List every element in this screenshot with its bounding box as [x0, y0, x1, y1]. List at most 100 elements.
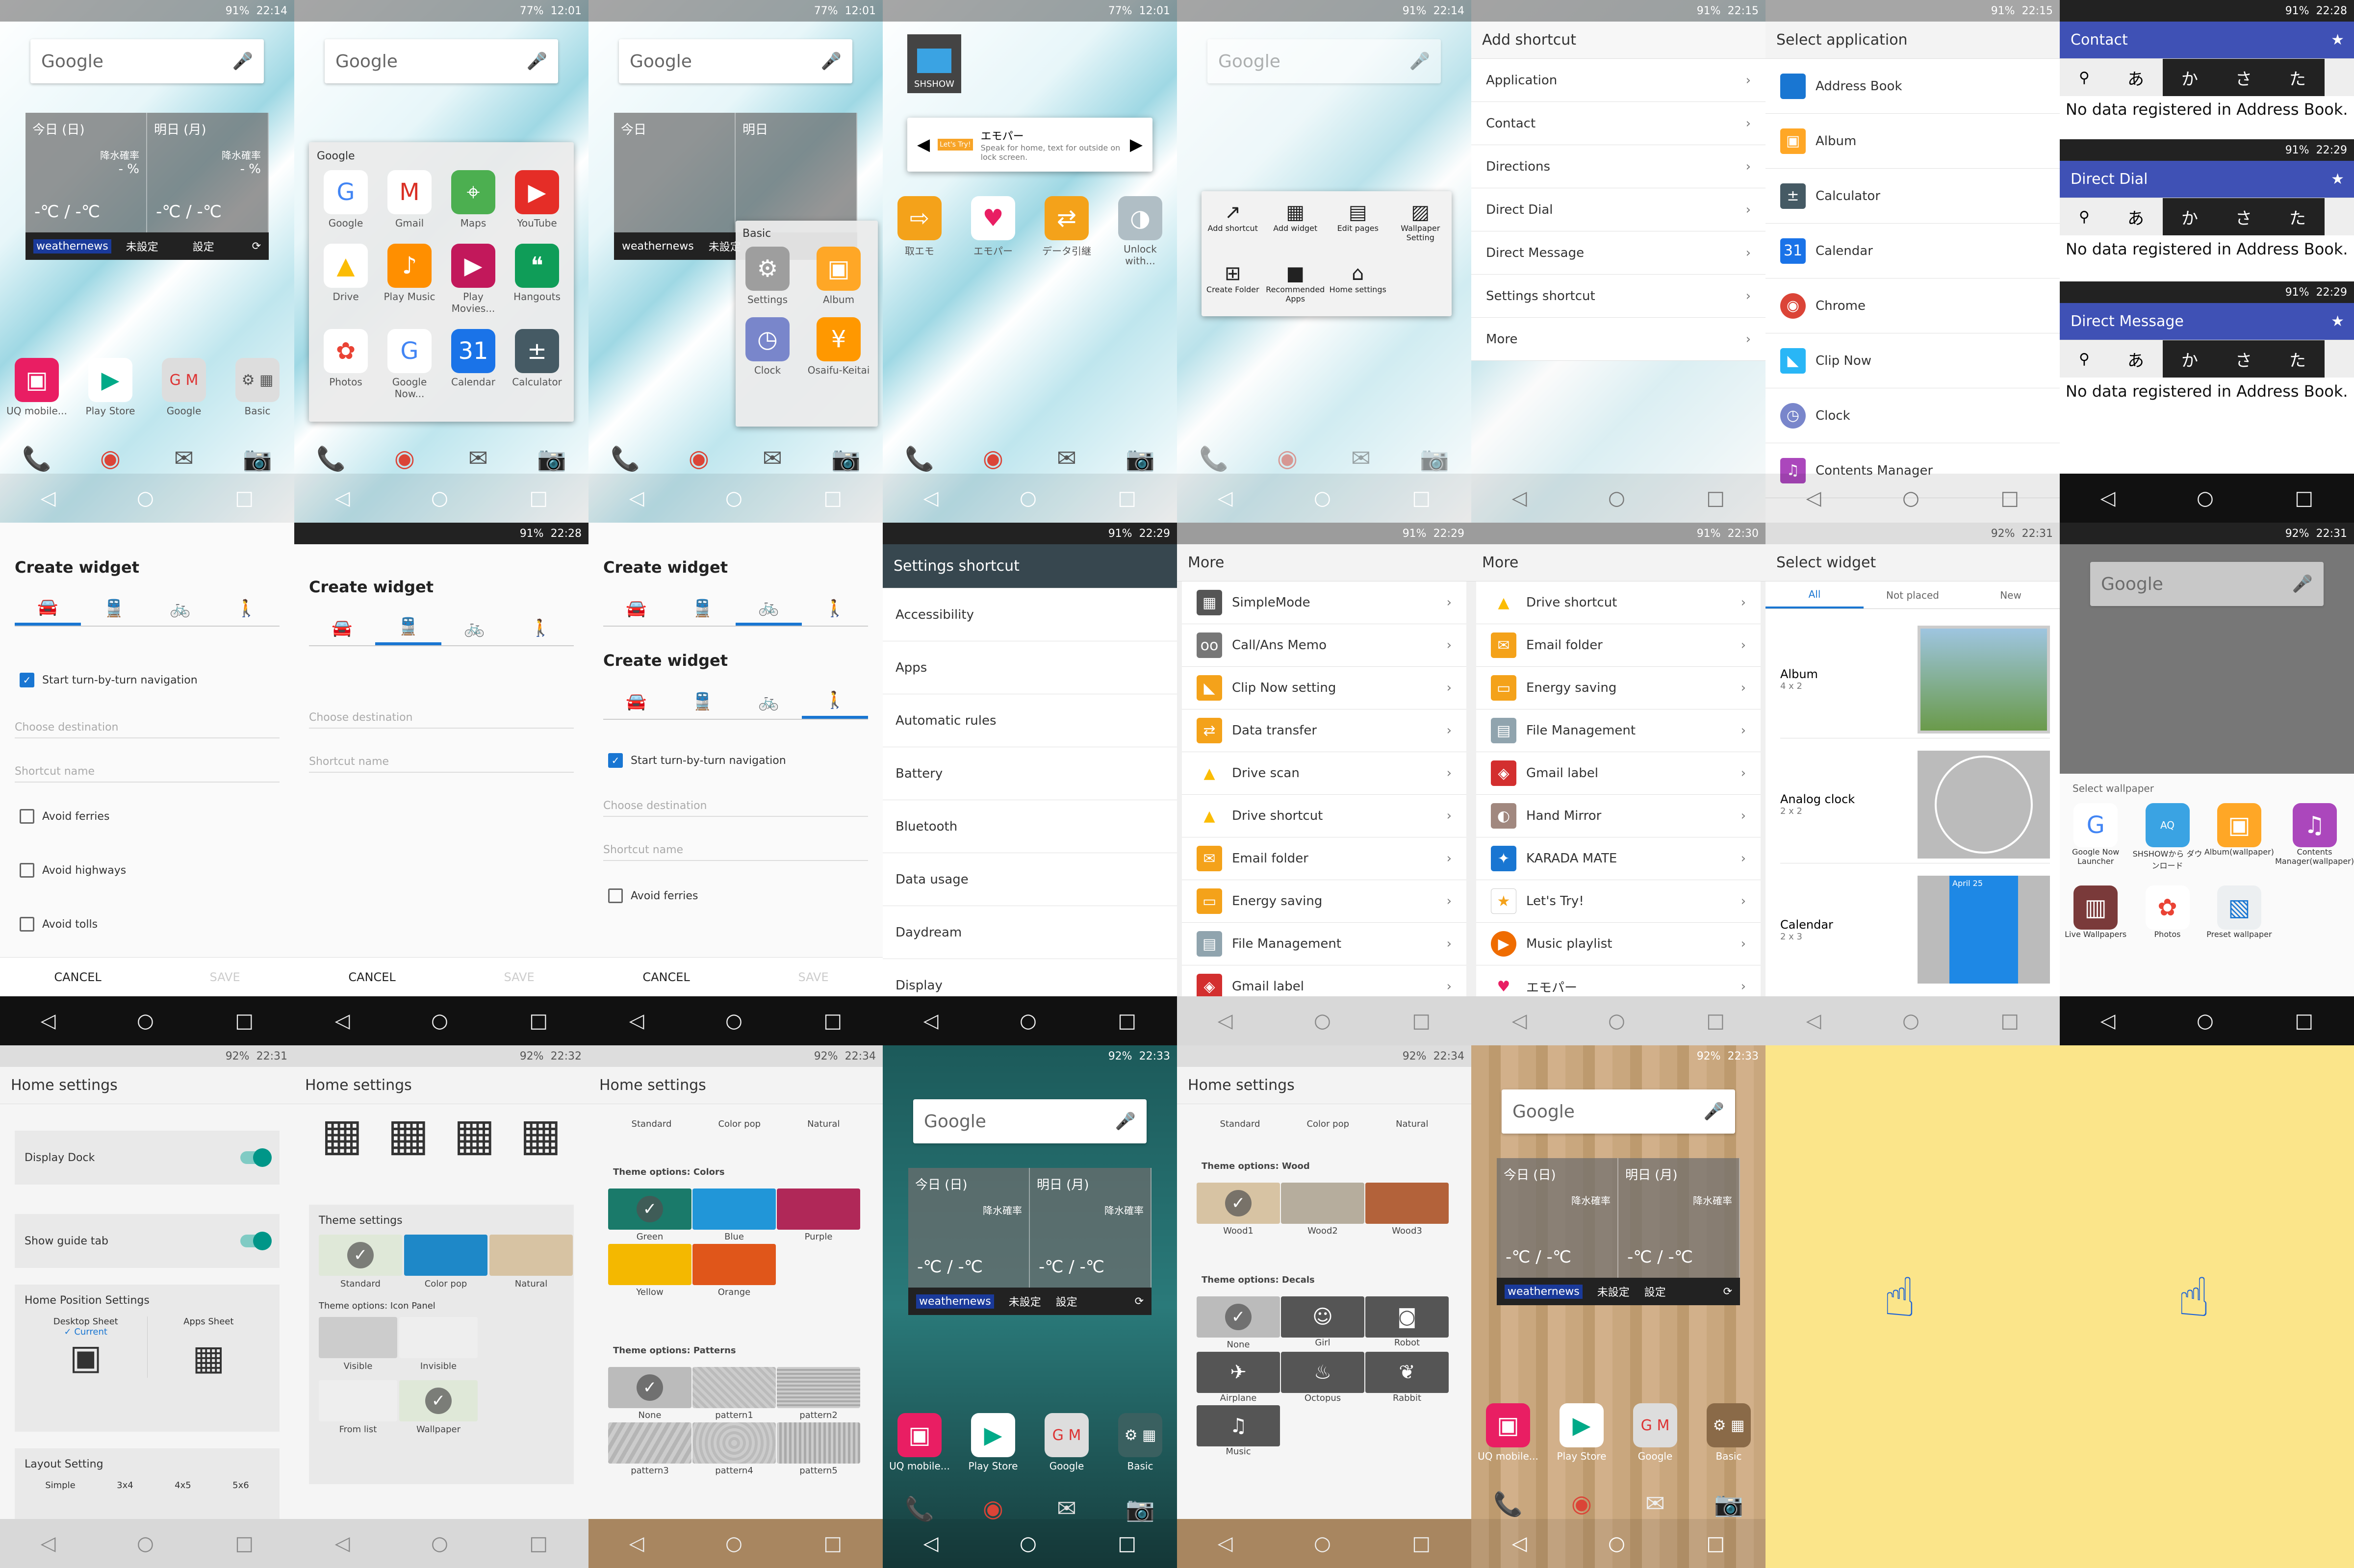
home-icon[interactable]: ○ [1020, 487, 1037, 509]
pattern-5[interactable]: pattern5 [777, 1422, 860, 1476]
list-item[interactable]: ▲ Drive shortcut › [1182, 795, 1466, 837]
back-icon[interactable]: ◁ [629, 1010, 644, 1032]
folder-basic[interactable]: ⚙ ▦ Basic [226, 358, 289, 417]
tab-not-placed[interactable]: Not placed [1864, 582, 1962, 608]
tab-all[interactable]: All [1766, 582, 1864, 608]
list-item[interactable]: Apps [883, 641, 1177, 694]
shortcut-name-input[interactable]: Shortcut name [309, 743, 574, 773]
menu-edit-pages[interactable]: ▤ Edit pages [1327, 191, 1389, 255]
google-search-bar[interactable]: Google 🎤 [2090, 562, 2324, 606]
wp-photos[interactable]: ✿ Photos [2131, 885, 2203, 939]
home-icon[interactable]: ○ [1020, 1532, 1037, 1555]
list-item[interactable]: Daydream [883, 906, 1177, 959]
wp-preset[interactable]: ▧ Preset wallpaper [2203, 885, 2275, 939]
app-uq-mobile[interactable]: ▣ UQ mobile... [1476, 1403, 1540, 1462]
app-album[interactable]: ▣ Album [807, 247, 870, 305]
weather-widget[interactable]: 今日 (日) 降水確率 - % -℃ / -℃ 明日 (月) 降水確率 - % -℃ / -… [26, 113, 269, 260]
wood-1[interactable]: ✓ Wood1 [1197, 1183, 1280, 1236]
list-item[interactable]: ▤ File Management › [1476, 709, 1761, 752]
app-play-store[interactable]: ▶ Play Store [78, 358, 142, 417]
app-google-now[interactable]: G Google Now... [378, 329, 441, 400]
refresh-icon[interactable]: ⟳ [1723, 1286, 1732, 1298]
recents-icon[interactable]: □ [1706, 1010, 1725, 1032]
pattern-4[interactable]: pattern4 [692, 1422, 776, 1476]
list-item[interactable]: Application › [1471, 59, 1766, 102]
car-icon[interactable]: 🚘 [309, 611, 375, 645]
layout-5x6[interactable]: 5x6 [232, 1480, 249, 1491]
wood-2[interactable]: Wood2 [1281, 1183, 1364, 1236]
back-icon[interactable]: ◁ [1512, 1532, 1527, 1555]
avoid-tolls-checkbox[interactable]: Avoid tolls [20, 917, 98, 932]
list-item[interactable]: ▤ File Management › [1182, 923, 1466, 965]
weather-settings-button[interactable]: 設定 [1056, 1293, 1077, 1309]
app-play-store[interactable]: ▶ Play Store [1550, 1403, 1613, 1462]
folder-basic[interactable]: ⚙ ▦ Basic [1108, 1413, 1172, 1472]
back-icon[interactable]: ◁ [335, 1532, 350, 1555]
list-item[interactable]: Accessibility [883, 588, 1177, 641]
recents-icon[interactable]: □ [1706, 1532, 1725, 1555]
search-icon[interactable]: ⚲ [2060, 198, 2109, 235]
list-item[interactable]: Settings shortcut › [1471, 275, 1766, 318]
search-icon[interactable]: ⚲ [2060, 59, 2109, 96]
list-item[interactable]: More › [1471, 318, 1766, 361]
recents-icon[interactable]: □ [2295, 1010, 2313, 1032]
app-data-transfer[interactable]: ⇄ データ引継 [1035, 196, 1099, 267]
recents-icon[interactable]: □ [235, 1532, 254, 1555]
app-youtube[interactable]: ▶ YouTube [505, 170, 569, 229]
recents-icon[interactable]: □ [1706, 487, 1725, 509]
list-item[interactable]: Battery [883, 747, 1177, 800]
turn-by-turn-checkbox[interactable]: ✓ Start turn-by-turn navigation [20, 673, 198, 687]
weather-settings-button[interactable]: 設定 [193, 238, 214, 254]
decal-none[interactable]: ✓ None [1197, 1296, 1280, 1350]
guide-tab-toggle[interactable]: Show guide tab [15, 1214, 280, 1268]
destination-input[interactable]: Choose destination [603, 787, 868, 817]
list-item[interactable]: Bluetooth [883, 800, 1177, 853]
list-item[interactable]: ▦ SimpleMode › [1182, 582, 1466, 624]
transit-icon[interactable]: 🚆 [669, 591, 736, 626]
recents-icon[interactable]: □ [2295, 487, 2313, 509]
avoid-highways-checkbox[interactable]: Avoid highways [20, 863, 126, 878]
prev-icon[interactable]: ◀ [917, 135, 930, 154]
app-uq-mobile[interactable]: ▣ UQ mobile... [5, 358, 69, 417]
home-icon[interactable]: ○ [431, 1532, 448, 1555]
color-orange[interactable]: Orange [692, 1244, 776, 1297]
list-item[interactable]: Direct Message › [1471, 231, 1766, 275]
list-item[interactable]: 👤 Address Book [1766, 59, 2060, 114]
home-icon[interactable]: ○ [1314, 487, 1331, 509]
layout-4x5[interactable]: 4x5 [175, 1480, 191, 1491]
app-unlock[interactable]: ◑ Unlock with... [1108, 196, 1172, 267]
mic-icon[interactable]: 🎤 [1704, 1102, 1724, 1121]
google-search-bar[interactable]: Google 🎤 [1502, 1089, 1735, 1134]
mic-icon[interactable]: 🎤 [1409, 51, 1430, 71]
bike-icon[interactable]: 🚲 [736, 591, 802, 626]
recents-icon[interactable]: □ [235, 1010, 254, 1032]
add-contact-icon[interactable]: ★ [2331, 313, 2344, 330]
back-icon[interactable]: ◁ [1806, 487, 1821, 509]
layout-simple[interactable]: Simple [45, 1480, 75, 1491]
weather-widget[interactable]: 今日 (日) 降水確率 -℃ / -℃ 明日 (月) 降水確率 -℃ / -℃ weathe… [1497, 1158, 1740, 1305]
mic-icon[interactable]: 🎤 [232, 51, 253, 71]
pattern-3[interactable]: pattern3 [608, 1422, 691, 1476]
search-icon[interactable]: ⚲ [2060, 340, 2109, 378]
list-item[interactable]: ▭ Energy saving › [1476, 667, 1761, 709]
walk-icon[interactable]: 🚶 [802, 591, 868, 626]
theme-standard[interactable]: ✓ Standard [319, 1235, 402, 1289]
recents-icon[interactable]: □ [529, 487, 548, 509]
weather-widget[interactable]: 今日 (日) 降水確率 -℃ / -℃ 明日 (月) 降水確率 -℃ / -℃ weathe… [908, 1168, 1151, 1315]
bike-icon[interactable]: 🚲 [147, 591, 213, 626]
car-icon[interactable]: 🚘 [603, 591, 669, 626]
wp-google-now[interactable]: G Google Now Launcher [2060, 803, 2131, 871]
icon-panel-visible[interactable]: Visible [319, 1317, 397, 1371]
list-item[interactable]: ▭ Energy saving › [1182, 880, 1466, 923]
pattern-2[interactable]: pattern2 [777, 1367, 860, 1420]
transit-icon[interactable]: 🚆 [669, 684, 736, 719]
google-search-bar[interactable]: Google 🎤 [619, 39, 852, 83]
app-play-music[interactable]: ♪ Play Music [378, 244, 441, 314]
home-icon[interactable]: ○ [2197, 487, 2214, 509]
avoid-ferries-checkbox[interactable]: Avoid ferries [608, 888, 698, 903]
home-icon[interactable]: ○ [1608, 487, 1625, 509]
recents-icon[interactable]: □ [823, 1010, 842, 1032]
cancel-button[interactable]: CANCEL [642, 970, 690, 984]
menu-add-shortcut[interactable]: ↗ Add shortcut [1202, 191, 1264, 255]
cancel-button[interactable]: CANCEL [348, 970, 395, 984]
